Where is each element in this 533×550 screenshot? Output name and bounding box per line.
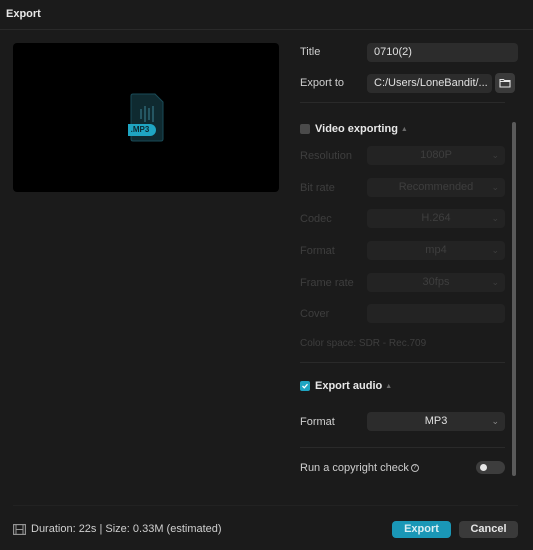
chevron-down-icon: ⌄ bbox=[491, 150, 499, 160]
video-format-label: Format bbox=[300, 245, 335, 257]
duration-size-text: Duration: 22s | Size: 0.33M (estimated) bbox=[31, 523, 222, 535]
color-space-text: Color space: SDR - Rec.709 bbox=[300, 338, 427, 349]
file-badge: .MP3 bbox=[130, 125, 150, 134]
bitrate-value: Recommended bbox=[398, 181, 474, 193]
export-audio-toggle[interactable]: Export audio ▲ bbox=[300, 380, 392, 392]
collapse-caret-icon[interactable]: ▲ bbox=[385, 383, 392, 390]
export-audio-checkbox[interactable] bbox=[300, 381, 310, 391]
resolution-select[interactable]: 1080P ⌄ bbox=[367, 146, 505, 165]
divider bbox=[300, 447, 505, 448]
title-bar: Export bbox=[0, 0, 533, 30]
video-export-checkbox[interactable] bbox=[300, 124, 310, 134]
codec-label: Codec bbox=[300, 213, 332, 225]
chevron-down-icon: ⌄ bbox=[491, 416, 499, 426]
chevron-down-icon: ⌄ bbox=[491, 277, 499, 287]
export-button[interactable]: Export bbox=[392, 521, 451, 538]
chevron-down-icon: ⌄ bbox=[491, 182, 499, 192]
title-label: Title bbox=[300, 46, 321, 58]
bitrate-select[interactable]: Recommended ⌄ bbox=[367, 178, 505, 197]
browse-folder-button[interactable] bbox=[495, 73, 515, 93]
title-input[interactable]: 0710(2) bbox=[367, 43, 518, 62]
audio-file-icon: .MP3 bbox=[122, 93, 165, 142]
export-audio-label: Export audio bbox=[315, 380, 383, 392]
help-icon[interactable]: ? bbox=[410, 464, 419, 472]
audio-format-select[interactable]: MP3 ⌄ bbox=[367, 412, 505, 431]
footer-divider bbox=[13, 505, 518, 506]
export-dialog: Export .MP3 Title 0710(2) Export to C:/U… bbox=[0, 0, 533, 550]
audio-format-value: MP3 bbox=[424, 415, 448, 427]
toggle-knob bbox=[480, 464, 487, 471]
copyright-check-row: Run a copyright check ? bbox=[300, 462, 419, 474]
video-exporting-toggle[interactable]: Video exporting ▲ bbox=[300, 123, 408, 135]
export-path-input[interactable]: C:/Users/LoneBandit/... bbox=[367, 74, 492, 93]
film-icon bbox=[13, 523, 26, 535]
resolution-label: Resolution bbox=[300, 150, 352, 162]
bitrate-label: Bit rate bbox=[300, 182, 335, 194]
cancel-button[interactable]: Cancel bbox=[459, 521, 518, 538]
copyright-label: Run a copyright check bbox=[300, 462, 409, 474]
export-to-label: Export to bbox=[300, 77, 345, 89]
divider bbox=[300, 362, 505, 363]
framerate-label: Frame rate bbox=[300, 277, 354, 289]
resolution-value: 1080P bbox=[420, 149, 452, 161]
video-format-value: mp4 bbox=[425, 244, 447, 256]
video-format-select[interactable]: mp4 ⌄ bbox=[367, 241, 505, 260]
dialog-title: Export bbox=[6, 8, 41, 20]
codec-select[interactable]: H.264 ⌄ bbox=[367, 209, 505, 228]
collapse-caret-icon[interactable]: ▲ bbox=[401, 126, 408, 133]
codec-value: H.264 bbox=[421, 212, 451, 224]
video-exporting-label: Video exporting bbox=[315, 123, 398, 135]
cover-field[interactable] bbox=[367, 304, 505, 323]
divider bbox=[300, 102, 505, 103]
framerate-select[interactable]: 30fps ⌄ bbox=[367, 273, 505, 292]
copyright-check-toggle[interactable] bbox=[476, 461, 505, 474]
audio-format-label: Format bbox=[300, 416, 335, 428]
framerate-value: 30fps bbox=[422, 276, 450, 288]
export-status: Duration: 22s | Size: 0.33M (estimated) bbox=[13, 523, 222, 535]
folder-icon bbox=[499, 78, 511, 88]
cover-label: Cover bbox=[300, 308, 330, 320]
chevron-down-icon: ⌄ bbox=[491, 213, 499, 223]
checkmark-icon bbox=[302, 383, 308, 389]
chevron-down-icon: ⌄ bbox=[491, 245, 499, 255]
scrollbar[interactable] bbox=[512, 122, 516, 476]
